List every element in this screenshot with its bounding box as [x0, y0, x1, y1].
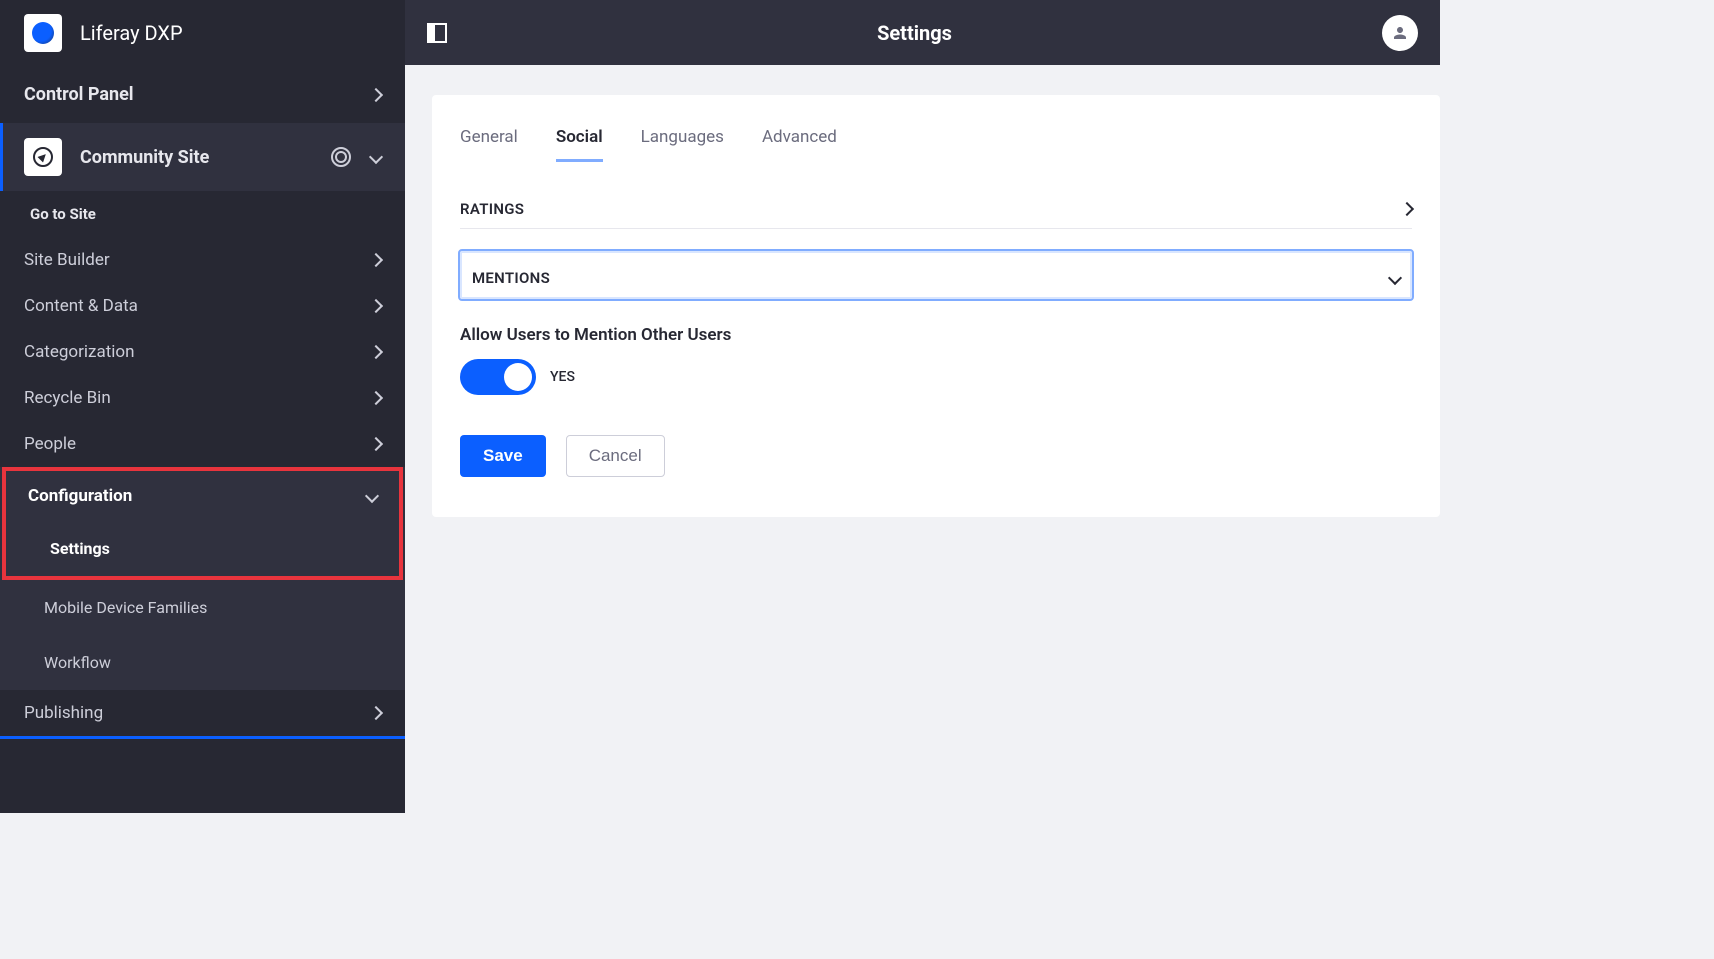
- sidebar-item-content-data[interactable]: Content & Data: [0, 283, 405, 329]
- chevron-right-icon: [369, 87, 383, 101]
- nav-site-header[interactable]: Community Site: [0, 123, 405, 191]
- site-icon: [24, 138, 62, 176]
- chevron-down-icon: [365, 489, 379, 503]
- compass-icon: [33, 147, 53, 167]
- site-title: Community Site: [80, 147, 209, 168]
- sidebar-item-publishing[interactable]: Publishing: [0, 690, 405, 739]
- topbar: Settings: [405, 0, 1440, 65]
- section-ratings-header[interactable]: RATINGS: [460, 180, 1412, 229]
- tab-general[interactable]: General: [460, 127, 518, 162]
- sidebar-item-label: Publishing: [24, 703, 103, 723]
- chevron-down-icon: [369, 150, 383, 164]
- panel-toggle-icon[interactable]: [427, 23, 447, 43]
- site-right: [331, 147, 381, 167]
- tab-social[interactable]: Social: [556, 127, 603, 162]
- brand-logo: [24, 14, 62, 52]
- nav-control-panel[interactable]: Control Panel: [0, 66, 405, 123]
- user-icon: [1391, 24, 1409, 42]
- target-icon[interactable]: [331, 147, 351, 167]
- tab-advanced[interactable]: Advanced: [762, 127, 837, 162]
- chevron-right-icon: [369, 706, 383, 720]
- sidebar-item-label: People: [24, 434, 76, 454]
- toggle-knob: [504, 363, 532, 391]
- section-mentions-header[interactable]: MENTIONS: [458, 249, 1414, 301]
- site-left: Community Site: [24, 138, 209, 176]
- sidebar-item-people[interactable]: People: [0, 421, 405, 467]
- sidebar-item-workflow[interactable]: Workflow: [0, 635, 405, 690]
- sidebar-item-mobile-device-families[interactable]: Mobile Device Families: [0, 580, 405, 635]
- section-mentions-title: MENTIONS: [472, 269, 550, 287]
- sidebar-item-recycle-bin[interactable]: Recycle Bin: [0, 375, 405, 421]
- config-header-label: Configuration: [28, 486, 132, 506]
- config-group: Configuration Settings Mobile Device Fam…: [0, 467, 405, 690]
- chevron-right-icon: [369, 391, 383, 405]
- save-button[interactable]: Save: [460, 435, 546, 477]
- section-mentions-body: Allow Users to Mention Other Users YES: [432, 301, 1440, 395]
- settings-card: General Social Languages Advanced RATING…: [432, 95, 1440, 517]
- allow-mentions-label: Allow Users to Mention Other Users: [460, 325, 1412, 345]
- allow-mentions-toggle[interactable]: [460, 359, 536, 395]
- tabs: General Social Languages Advanced: [432, 127, 1440, 162]
- sidebar-item-site-builder[interactable]: Site Builder: [0, 237, 405, 283]
- cancel-button[interactable]: Cancel: [566, 435, 665, 477]
- main: Settings General Social Languages Advanc…: [405, 0, 1440, 813]
- liferay-icon: [32, 22, 54, 44]
- content-wrap: General Social Languages Advanced RATING…: [405, 65, 1440, 813]
- app-root: Liferay DXP Control Panel Community Site…: [0, 0, 1440, 813]
- toggle-row: YES: [460, 359, 1412, 395]
- section-ratings-title: RATINGS: [460, 200, 524, 218]
- tab-languages[interactable]: Languages: [641, 127, 724, 162]
- chevron-down-icon: [1388, 271, 1402, 285]
- go-to-site-link[interactable]: Go to Site: [0, 191, 405, 237]
- chevron-right-icon: [1400, 202, 1414, 216]
- chevron-right-icon: [369, 437, 383, 451]
- form-buttons: Save Cancel: [432, 395, 1440, 477]
- sidebar-item-label: Recycle Bin: [24, 388, 111, 408]
- sidebar-item-categorization[interactable]: Categorization: [0, 329, 405, 375]
- sidebar-item-settings[interactable]: Settings: [6, 521, 399, 576]
- sidebar-item-label: Content & Data: [24, 296, 138, 316]
- user-avatar[interactable]: [1382, 15, 1418, 51]
- sidebar-item-label: Categorization: [24, 342, 134, 362]
- chevron-right-icon: [369, 345, 383, 359]
- topbar-left: [427, 23, 447, 43]
- nav-configuration[interactable]: Configuration: [6, 471, 399, 521]
- control-panel-label: Control Panel: [24, 84, 134, 105]
- page-title: Settings: [447, 21, 1382, 45]
- toggle-value-label: YES: [550, 369, 575, 385]
- sidebar-item-label: Site Builder: [24, 250, 110, 270]
- highlight-box: Configuration Settings: [2, 467, 403, 580]
- chevron-right-icon: [369, 299, 383, 313]
- sidebar: Liferay DXP Control Panel Community Site…: [0, 0, 405, 813]
- brand-row: Liferay DXP: [0, 0, 405, 66]
- brand-title: Liferay DXP: [80, 21, 183, 45]
- chevron-right-icon: [369, 253, 383, 267]
